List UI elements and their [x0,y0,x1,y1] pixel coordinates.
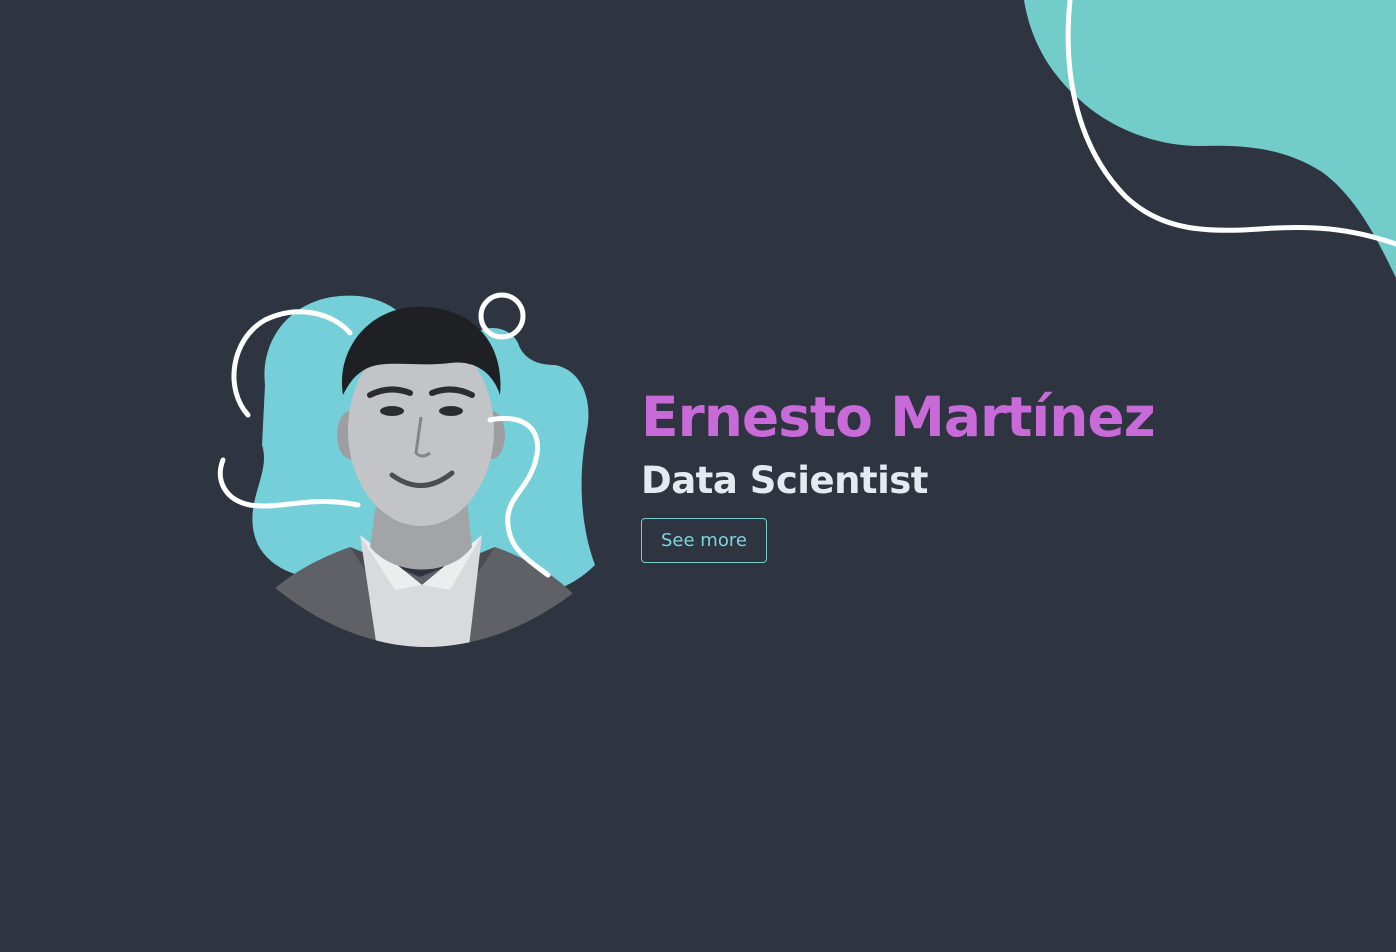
corner-teal-blob [1024,0,1396,278]
see-more-button[interactable]: See more [641,518,767,563]
avatar [210,285,610,655]
profile-title: Data Scientist [641,459,929,502]
profile-hero: Ernesto Martínez Data Scientist See more [210,285,1170,655]
profile-name: Ernesto Martínez [641,385,1156,449]
corner-white-curve [1065,0,1396,247]
profile-info: Ernesto Martínez Data Scientist See more [641,385,1201,563]
